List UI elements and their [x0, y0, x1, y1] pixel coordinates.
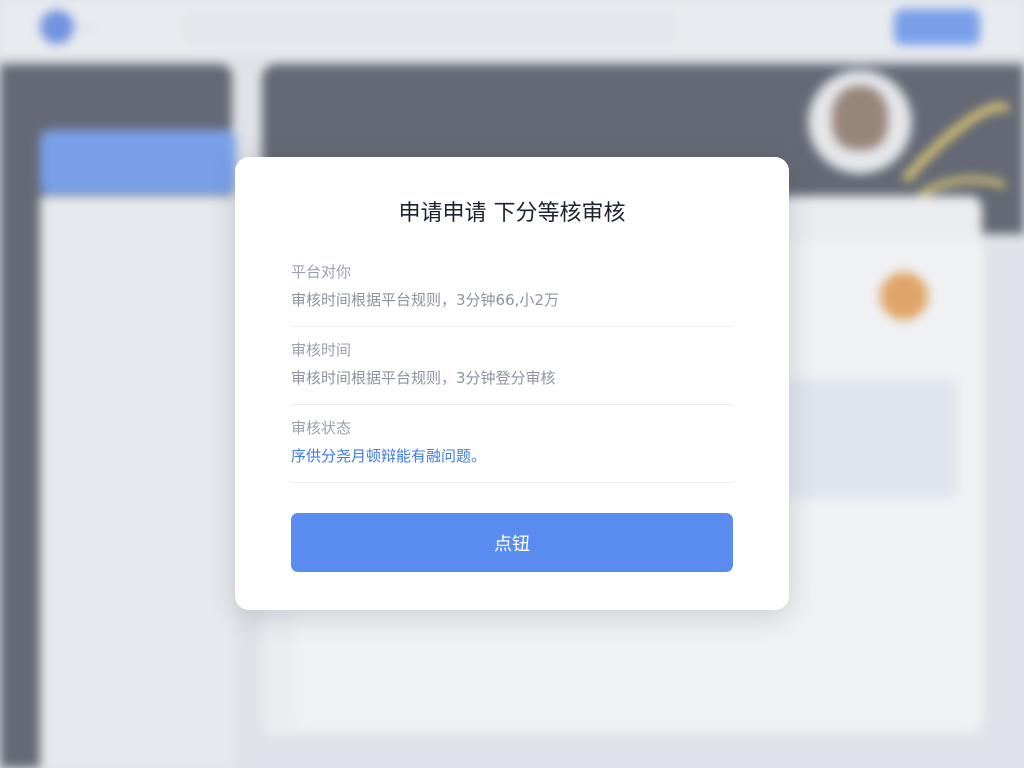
- field-platform: 平台对你 审核时间根据平台规则，3分钟66,小2万: [291, 253, 733, 327]
- field-review-time: 审核时间 审核时间根据平台规则，3分钟登分审核: [291, 331, 733, 405]
- field-label-platform: 平台对你: [291, 263, 352, 281]
- field-value-platform: 审核时间根据平台规则，3分钟66,小2万: [291, 291, 559, 309]
- field-review-status: 审核状态 序供分尧月顿辩能有融问题。: [291, 409, 733, 483]
- modal-title: 申请申请 下分等核审核: [398, 201, 626, 226]
- review-modal: 申请申请 下分等核审核 平台对你 审核时间根据平台规则，3分钟66,小2万 审核…: [235, 157, 789, 610]
- field-label-review-status: 审核状态: [291, 419, 352, 437]
- field-value-review-status-link[interactable]: 序供分尧月顿辩能有融问题。: [291, 445, 486, 466]
- confirm-button[interactable]: 点钮: [291, 513, 733, 572]
- field-value-review-time: 审核时间根据平台规则，3分钟登分审核: [291, 369, 556, 387]
- field-label-review-time: 审核时间: [291, 341, 352, 359]
